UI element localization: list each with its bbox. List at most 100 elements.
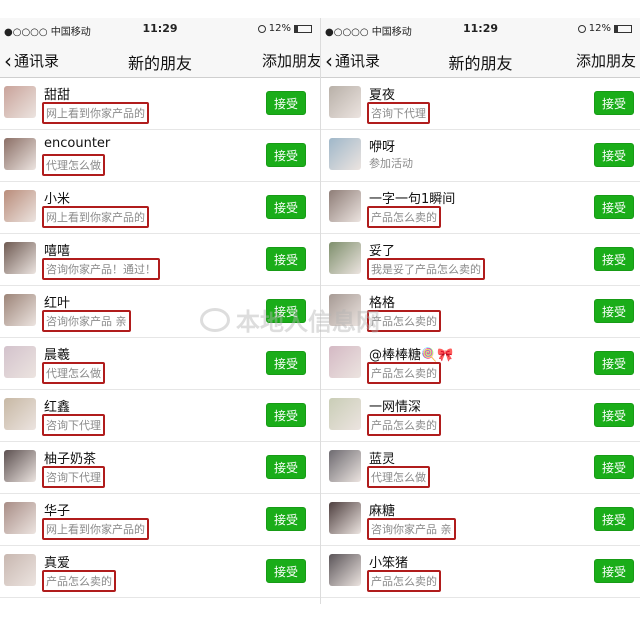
avatar[interactable] (329, 138, 361, 170)
battery-percent: 12% (268, 23, 291, 34)
accept-button[interactable]: 接受 (266, 403, 306, 427)
avatar[interactable] (4, 138, 36, 170)
friend-request-row[interactable]: encounter 代理怎么做 接受 (0, 130, 320, 182)
phone-right: ●○○○○ 中国移动 11:29 12% ‹ 通讯录 新的朋友 添加朋友 夏夜咨… (320, 18, 640, 604)
accept-button[interactable]: 接受 (594, 247, 634, 271)
contact-name: encounter (44, 136, 111, 151)
accept-button[interactable]: 接受 (594, 91, 634, 115)
friend-request-row[interactable]: 真爱 产品怎么卖的 接受 (0, 546, 320, 598)
accept-button[interactable]: 接受 (594, 403, 634, 427)
accept-button[interactable]: 接受 (594, 351, 634, 375)
avatar[interactable] (329, 398, 361, 430)
contact-name: 小米 (44, 192, 71, 207)
request-message: 代理怎么做 (367, 466, 430, 488)
avatar[interactable] (329, 294, 361, 326)
friend-request-row[interactable]: 红叶 咨询你家产品 亲 接受 (0, 286, 320, 338)
accept-button[interactable]: 接受 (266, 351, 306, 375)
battery-percent: 12% (588, 23, 611, 34)
request-message: 产品怎么卖的 (367, 570, 441, 592)
avatar[interactable] (329, 502, 361, 534)
rotation-lock-icon (577, 24, 586, 33)
avatar[interactable] (4, 294, 36, 326)
friend-request-row[interactable]: 嘻嘻 咨询你家产品！通过！ 接受 (0, 234, 320, 286)
friend-request-row[interactable]: 柚子奶茶 咨询下代理 接受 (0, 442, 320, 494)
friend-request-list: 夏夜 咨询下代理 接受 咿呀 参加活动 接受 一字一句1瞬间 产品怎么卖的 接受 妥了 我是妥了产品… (321, 78, 640, 598)
avatar[interactable] (329, 86, 361, 118)
avatar[interactable] (329, 242, 361, 274)
accept-button[interactable]: 接受 (594, 299, 634, 323)
contact-name: 红鑫 (44, 400, 71, 415)
phone-left: ●○○○○ 中国移动 11:29 12% ‹ 通讯录 新的朋友 添加朋友 甜甜网… (0, 18, 320, 604)
accept-button[interactable]: 接受 (594, 507, 634, 531)
request-message: 产品怎么卖的 (367, 362, 441, 384)
add-friend-button[interactable]: 添加朋友 (262, 50, 320, 71)
avatar[interactable] (329, 346, 361, 378)
friend-request-row[interactable]: 一网情深 产品怎么卖的 接受 (321, 390, 640, 442)
accept-button[interactable]: 接受 (594, 143, 634, 167)
friend-request-row[interactable]: 小米 网上看到你家产品的 接受 (0, 182, 320, 234)
accept-button[interactable]: 接受 (594, 455, 634, 479)
request-message: 我是妥了产品怎么卖的 (367, 258, 485, 280)
contact-name: 一网情深 (369, 400, 422, 415)
accept-button[interactable]: 接受 (594, 195, 634, 219)
avatar[interactable] (4, 190, 36, 222)
status-bar: ●○○○○ 中国移动 11:29 12% (321, 18, 640, 40)
add-friend-button[interactable]: 添加朋友 (576, 50, 636, 71)
accept-button[interactable]: 接受 (594, 559, 634, 583)
avatar[interactable] (4, 346, 36, 378)
friend-request-row[interactable]: 华子 网上看到你家产品的 接受 (0, 494, 320, 546)
friend-request-row[interactable]: 晨羲 代理怎么做 接受 (0, 338, 320, 390)
friend-request-row[interactable]: @棒棒糖🍭🎀 产品怎么卖的 接受 (321, 338, 640, 390)
battery-indicator: 12% (577, 23, 632, 34)
accept-button[interactable]: 接受 (266, 559, 306, 583)
contact-name: 妥了 (369, 244, 396, 259)
contact-name: 小笨猪 (369, 556, 409, 571)
avatar[interactable] (329, 554, 361, 586)
battery-indicator: 12% (257, 23, 312, 34)
contact-name: 嘻嘻 (44, 244, 71, 259)
accept-button[interactable]: 接受 (266, 247, 306, 271)
accept-button[interactable]: 接受 (266, 195, 306, 219)
contact-name: 咿呀 (369, 140, 396, 155)
request-message: 参加活动 (369, 157, 413, 170)
contact-name: @棒棒糖🍭🎀 (369, 348, 454, 363)
friend-request-row[interactable]: 红鑫 咨询下代理 接受 (0, 390, 320, 442)
rotation-lock-icon (257, 24, 266, 33)
contact-name: 格格 (369, 296, 396, 311)
request-message: 产品怎么卖的 (367, 206, 441, 228)
request-message: 代理怎么做 (42, 154, 105, 176)
accept-button[interactable]: 接受 (266, 143, 306, 167)
friend-request-row[interactable]: 妥了 我是妥了产品怎么卖的 接受 (321, 234, 640, 286)
accept-button[interactable]: 接受 (266, 507, 306, 531)
friend-request-row[interactable]: 蓝灵 代理怎么做 接受 (321, 442, 640, 494)
friend-request-row[interactable]: 一字一句1瞬间 产品怎么卖的 接受 (321, 182, 640, 234)
avatar[interactable] (4, 86, 36, 118)
friend-request-row[interactable]: 咿呀参加活动 接受 (321, 130, 640, 182)
accept-button[interactable]: 接受 (266, 91, 306, 115)
avatar[interactable] (329, 450, 361, 482)
avatar[interactable] (4, 554, 36, 586)
avatar[interactable] (4, 450, 36, 482)
friend-request-row[interactable]: 小笨猪 产品怎么卖的 接受 (321, 546, 640, 598)
avatar[interactable] (329, 190, 361, 222)
friend-request-row[interactable]: 麻糖 咨询你家产品 亲 接受 (321, 494, 640, 546)
request-message: 网上看到你家产品的 (42, 518, 149, 540)
request-message: 咨询你家产品 亲 (42, 310, 131, 332)
accept-button[interactable]: 接受 (266, 455, 306, 479)
avatar[interactable] (4, 398, 36, 430)
battery-icon (614, 24, 632, 33)
contact-name: 一字一句1瞬间 (369, 192, 456, 207)
request-message: 咨询下代理 (42, 466, 105, 488)
contact-name: 麻糖 (369, 504, 396, 519)
friend-request-row[interactable]: 甜甜 网上看到你家产品的 接受 (0, 78, 320, 130)
avatar[interactable] (4, 502, 36, 534)
contact-name: 华子 (44, 504, 71, 519)
friend-request-row[interactable]: 夏夜 咨询下代理 接受 (321, 78, 640, 130)
nav-bar: ‹ 通讯录 新的朋友 添加朋友 (0, 40, 320, 78)
accept-button[interactable]: 接受 (266, 299, 306, 323)
friend-request-list: 甜甜 网上看到你家产品的 接受 encounter 代理怎么做 接受 小米 网上看到你家产品的… (0, 78, 320, 598)
request-message: 产品怎么卖的 (42, 570, 116, 592)
friend-request-row[interactable]: 格格 产品怎么卖的 接受 (321, 286, 640, 338)
contact-name: 夏夜 (369, 88, 396, 103)
avatar[interactable] (4, 242, 36, 274)
